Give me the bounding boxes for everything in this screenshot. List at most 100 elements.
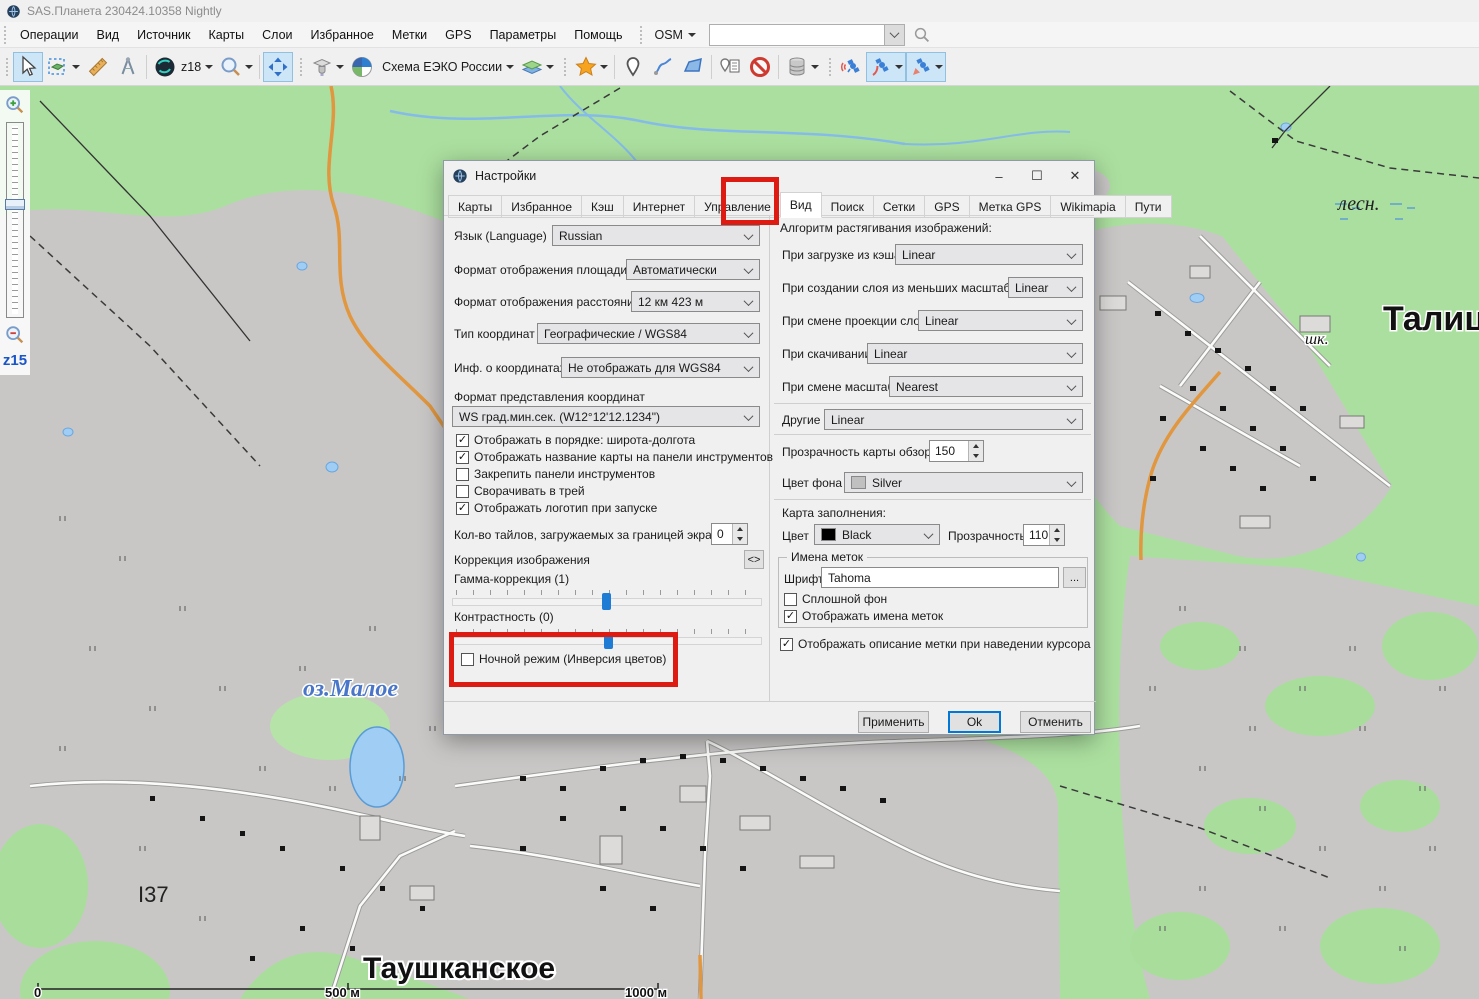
ok-button[interactable]: Ok — [948, 711, 1001, 733]
checkbox-label: Сплошной фон — [802, 592, 887, 606]
menu-maps[interactable]: Карты — [199, 24, 253, 46]
coord-info-select[interactable]: Не отображать для WGS84 — [561, 357, 760, 378]
zoom-slider[interactable] — [6, 122, 24, 318]
overview-opacity-spinner[interactable]: 150 — [929, 440, 984, 462]
add-path-button[interactable] — [648, 52, 678, 82]
menu-gps[interactable]: GPS — [436, 24, 480, 46]
toolbar-grip[interactable] — [3, 25, 8, 45]
stretch-cache-select[interactable]: Linear — [895, 244, 1083, 265]
zoom-in-icon[interactable] — [4, 94, 26, 116]
placemark-manager-button[interactable] — [715, 52, 745, 82]
fill-opacity-value[interactable]: 110 — [1024, 525, 1049, 545]
menu-favorites[interactable]: Избранное — [302, 24, 383, 46]
checkbox-box[interactable] — [456, 451, 469, 464]
font-browse-button[interactable]: ... — [1063, 567, 1086, 588]
osm-dropdown[interactable]: OSM — [647, 25, 702, 45]
checkbox-show-mark-names[interactable]: Отображать имена меток — [784, 609, 943, 623]
coord-type-select[interactable]: Географические / WGS84 — [537, 323, 760, 344]
checkbox-box[interactable] — [456, 502, 469, 515]
gamma-slider-thumb[interactable] — [602, 593, 611, 610]
stretch-smaller-select[interactable]: Linear — [1008, 277, 1083, 298]
bg-color-select[interactable]: Silver — [844, 472, 1083, 493]
correction-expand-button[interactable]: <> — [744, 550, 764, 569]
layers-button[interactable] — [517, 52, 557, 82]
tab-view[interactable]: Вид — [780, 192, 822, 218]
fill-color-select[interactable]: Black — [814, 524, 940, 545]
cancel-button[interactable]: Отменить — [1020, 711, 1091, 733]
checkbox-lock-toolbars[interactable]: Закрепить панели инструментов — [456, 467, 655, 481]
map-type-button[interactable] — [347, 52, 377, 82]
toolbar-grip[interactable] — [563, 57, 568, 77]
cache-button[interactable] — [782, 52, 822, 82]
checkbox-lat-lon-order[interactable]: Отображать в порядке: широта-долгота — [456, 433, 695, 447]
maximize-button[interactable]: ☐ — [1018, 161, 1056, 191]
area-format-select[interactable]: Автоматически — [626, 259, 760, 280]
menu-help[interactable]: Помощь — [565, 24, 631, 46]
checkbox-show-logo[interactable]: Отображать логотип при запуске — [456, 501, 657, 515]
stretch-projection-select[interactable]: Linear — [918, 310, 1083, 331]
menu-source[interactable]: Источник — [128, 24, 199, 46]
fill-color-label: Цвет — [782, 529, 809, 543]
hide-marks-button[interactable] — [745, 52, 775, 82]
gps-connect-button[interactable] — [836, 52, 866, 82]
tiles-count-value[interactable]: 0 — [712, 524, 732, 544]
checkbox-minimize-tray[interactable]: Сворачивать в трей — [456, 484, 585, 498]
add-polygon-button[interactable] — [678, 52, 708, 82]
chevron-down-icon — [1067, 414, 1077, 424]
stretch-download-select[interactable]: Linear — [867, 343, 1083, 364]
zoom-tool-button[interactable] — [216, 52, 256, 82]
pan-cursor-button[interactable] — [13, 52, 43, 82]
zoom-out-icon[interactable] — [4, 324, 26, 346]
zoom-slider-handle[interactable] — [5, 199, 25, 210]
search-combobox[interactable] — [709, 24, 905, 46]
overview-opacity-value[interactable]: 150 — [930, 441, 968, 461]
close-button[interactable]: ✕ — [1056, 161, 1094, 191]
active-map-button[interactable]: Схема ЕЭКО России — [377, 52, 517, 82]
tiles-count-spinner[interactable]: 0 — [711, 523, 748, 545]
checkbox-box[interactable] — [456, 468, 469, 481]
checkbox-map-name-toolbar[interactable]: Отображать название карты на панели инст… — [456, 450, 773, 464]
fill-opacity-spinner[interactable]: 110 — [1023, 524, 1065, 546]
toolbar-grip[interactable] — [5, 57, 10, 77]
stretch-other-select[interactable]: Linear — [824, 409, 1083, 430]
map-label-lake: оз.Малое — [303, 676, 398, 702]
apply-button[interactable]: Применить — [858, 711, 929, 733]
zoom-level-button[interactable]: z18 — [150, 52, 216, 82]
checkbox-box[interactable] — [456, 485, 469, 498]
checkbox-solid-background[interactable]: Сплошной фон — [784, 592, 887, 606]
toolbar-grip[interactable] — [639, 25, 644, 45]
distance-format-select[interactable]: 12 км 423 м — [631, 291, 760, 312]
language-select[interactable]: Russian — [552, 225, 760, 246]
3d-view-button[interactable] — [307, 52, 347, 82]
font-input[interactable]: Tahoma — [821, 567, 1059, 588]
gps-follow-button[interactable] — [906, 52, 946, 82]
search-icon[interactable] — [913, 26, 931, 44]
toolbar-grip[interactable] — [299, 57, 304, 77]
divider-tool-button[interactable] — [113, 52, 143, 82]
stretch-scale-select[interactable]: Nearest — [889, 376, 1083, 397]
gps-track-button[interactable] — [866, 52, 906, 82]
checkbox-box[interactable] — [784, 610, 797, 623]
spinner-arrows[interactable] — [968, 441, 983, 461]
menu-view[interactable]: Вид — [87, 24, 128, 46]
minimize-button[interactable]: – — [980, 161, 1018, 191]
search-dropdown-button[interactable] — [884, 25, 904, 45]
menu-operations[interactable]: Операции — [11, 24, 87, 46]
checkbox-box[interactable] — [456, 434, 469, 447]
checkbox-box[interactable] — [780, 638, 793, 651]
coord-format-select[interactable]: WS град.мин.сек. (W12°12'12.1234") — [452, 406, 760, 427]
add-placemark-button[interactable] — [618, 52, 648, 82]
toolbar-grip[interactable] — [828, 57, 833, 77]
favorites-button[interactable] — [571, 52, 611, 82]
checkbox-box[interactable] — [784, 593, 797, 606]
fullscreen-button[interactable] — [263, 52, 293, 82]
measure-distance-button[interactable] — [83, 52, 113, 82]
spinner-arrows[interactable] — [732, 524, 747, 544]
spinner-arrows[interactable] — [1049, 525, 1064, 545]
selection-tool-button[interactable] — [43, 52, 83, 82]
menu-parameters[interactable]: Параметры — [481, 24, 566, 46]
menu-layers[interactable]: Слои — [253, 24, 301, 46]
checkbox-hover-description[interactable]: Отображать описание метки при наведении … — [780, 637, 1091, 651]
tab-paths[interactable]: Пути — [1125, 195, 1172, 218]
menu-marks[interactable]: Метки — [383, 24, 436, 46]
